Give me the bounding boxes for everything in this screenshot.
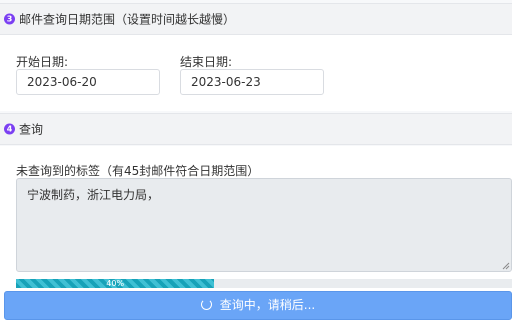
section-title: 查询 [19,122,44,137]
start-date-label: 开始日期: [16,55,69,69]
query-button-label: 查询中，请稍后... [219,298,316,312]
progress-bar: 40% [16,279,512,288]
step-number-badge: 3 [4,13,15,25]
resize-grip-icon[interactable] [502,262,510,270]
query-button[interactable]: 查询中，请稍后... [4,291,512,320]
section-title: 邮件查询日期范围（设置时间越长越慢） [19,12,236,27]
section-header-query: 4 查询 [0,113,512,145]
progress-fill: 40% [16,279,215,288]
unmatched-tags-textarea[interactable]: 宁波制药，浙江电力局， [16,178,512,272]
start-date-input[interactable]: 2023-06-20 [16,69,160,95]
loading-spinner-icon [200,299,212,310]
unmatched-tags-text: 宁波制药，浙江电力局， [27,188,160,202]
end-date-label: 结束日期: [180,55,233,69]
step-number-badge: 4 [4,123,15,135]
progress-label: 40% [106,279,125,288]
end-date-input[interactable]: 2023-06-23 [180,69,324,95]
section-header-date-range: 3 邮件查询日期范围（设置时间越长越慢） [0,3,512,35]
unmatched-tags-label: 未查询到的标签（有45封邮件符合日期范围） [16,164,260,178]
